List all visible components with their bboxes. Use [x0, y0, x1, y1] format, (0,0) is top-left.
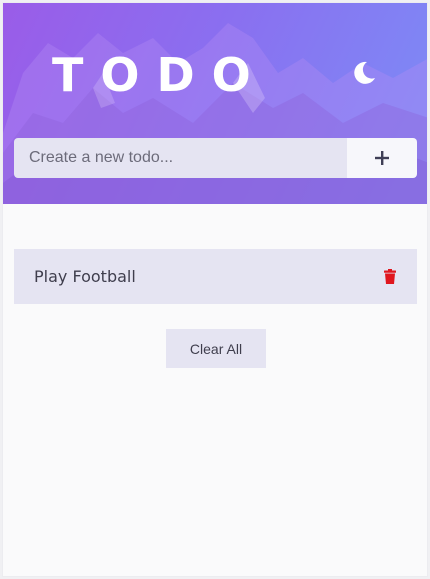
- todo-app: TODO Play Football Clear A: [2, 2, 428, 577]
- todo-item-text: Play Football: [34, 267, 136, 286]
- new-todo-input[interactable]: [14, 138, 347, 178]
- trash-icon: [384, 269, 396, 284]
- page-title: TODO: [52, 48, 268, 102]
- plus-icon: [375, 151, 389, 165]
- delete-todo-button[interactable]: [383, 269, 397, 285]
- header-banner: TODO: [3, 3, 427, 204]
- new-todo-form: [14, 138, 417, 178]
- clear-all-button[interactable]: Clear All: [166, 329, 266, 368]
- moon-icon: [354, 61, 375, 84]
- todo-item: Play Football: [14, 249, 417, 304]
- add-todo-button[interactable]: [347, 138, 417, 178]
- theme-toggle-button[interactable]: [349, 58, 379, 88]
